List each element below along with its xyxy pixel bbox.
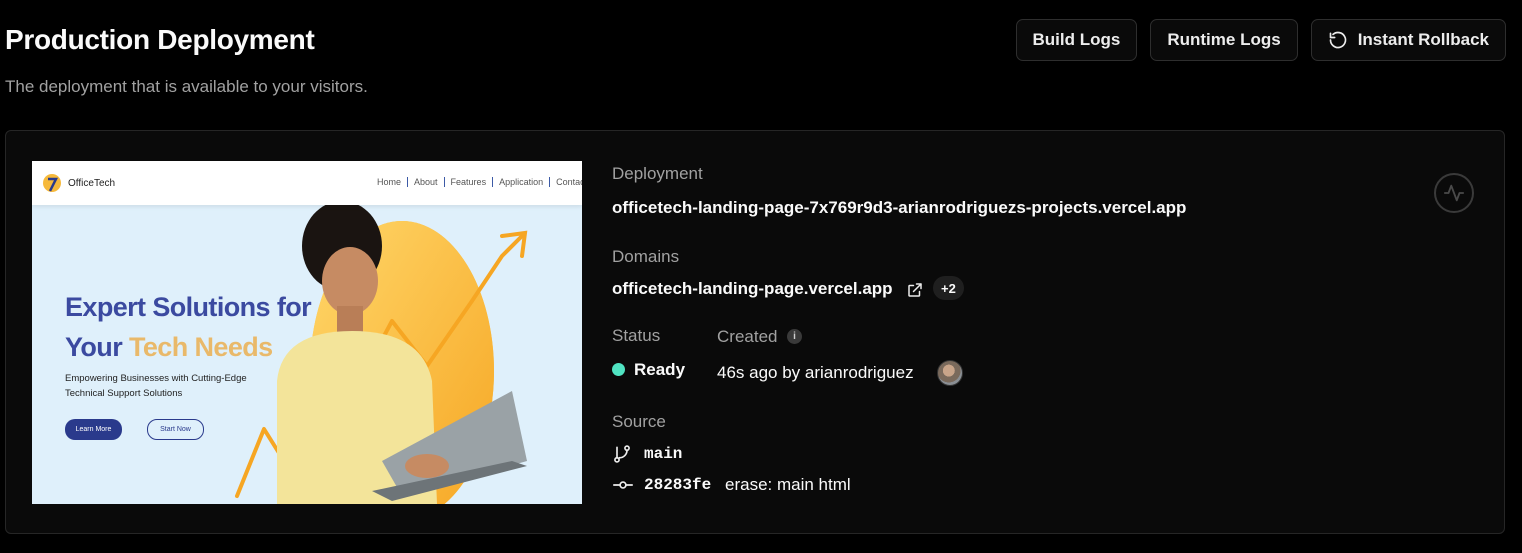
preview-headline: Expert Solutions for Your Tech Needs xyxy=(65,287,312,367)
build-logs-label: Build Logs xyxy=(1032,30,1121,49)
officetech-logo-icon xyxy=(43,174,61,192)
activity-button[interactable] xyxy=(1434,173,1474,213)
preview-headline-line1: Expert Solutions for xyxy=(65,292,312,322)
info-icon[interactable]: i xyxy=(787,329,802,344)
page-title: Production Deployment xyxy=(5,24,315,55)
preview-nav-home: Home xyxy=(377,177,402,187)
git-branch-icon xyxy=(614,445,630,463)
preview-paragraph: Empowering Businesses with Cutting-Edge … xyxy=(65,373,247,399)
deployment-url-link[interactable]: officetech-landing-page-7x769r9d3-arianr… xyxy=(612,198,1186,218)
status-label: Status xyxy=(612,326,661,345)
preview-start-now-button: Start Now xyxy=(147,419,204,440)
preview-headline-line2: Your Tech Needs xyxy=(65,327,311,367)
deployment-label: Deployment xyxy=(612,164,703,183)
preview-nav-about: About xyxy=(407,177,444,187)
status-value: Ready xyxy=(634,360,686,379)
commit-message[interactable]: erase: main html xyxy=(725,475,851,495)
avatar[interactable] xyxy=(937,360,963,386)
preview-nav-features: Features xyxy=(443,177,493,187)
commit-sha-link[interactable]: 28283fe xyxy=(644,476,711,494)
page-subtitle: The deployment that is available to your… xyxy=(5,77,368,96)
activity-icon xyxy=(1443,184,1465,202)
preview-learn-more-button: Learn More xyxy=(65,419,122,440)
source-branch-link[interactable]: main xyxy=(644,445,682,463)
deployment-card: OfficeTech Home About Features Applicati… xyxy=(5,130,1505,534)
instant-rollback-label: Instant Rollback xyxy=(1357,30,1489,49)
preview-headline-accent: Tech Needs xyxy=(129,332,273,362)
preview-nav-links: Home About Features Application Contact xyxy=(377,177,582,187)
runtime-logs-label: Runtime Logs xyxy=(1167,30,1281,49)
header-actions: Build Logs Runtime Logs Instant Rollback xyxy=(1015,19,1506,61)
preview-headline-your: Your xyxy=(65,332,129,362)
preview-navbar: OfficeTech Home About Features Applicati… xyxy=(32,161,582,205)
preview-brand: OfficeTech xyxy=(68,178,116,189)
extra-domains-badge[interactable]: +2 xyxy=(933,276,964,300)
domain-link[interactable]: officetech-landing-page.vercel.app xyxy=(612,279,893,299)
rollback-icon xyxy=(1328,30,1348,50)
instant-rollback-button[interactable]: Instant Rollback xyxy=(1310,19,1506,61)
git-commit-icon xyxy=(613,481,633,489)
status-dot xyxy=(612,363,625,376)
source-label: Source xyxy=(612,412,666,431)
preview-nav-contact: Contact xyxy=(549,177,582,187)
runtime-logs-button[interactable]: Runtime Logs xyxy=(1150,19,1298,61)
build-logs-button[interactable]: Build Logs xyxy=(1015,19,1138,61)
created-value: 46s ago by arianrodriguez xyxy=(717,363,914,382)
external-link-icon[interactable] xyxy=(906,281,924,299)
preview-nav-application: Application xyxy=(492,177,549,187)
domains-label: Domains xyxy=(612,247,680,266)
deployment-preview-thumbnail[interactable]: OfficeTech Home About Features Applicati… xyxy=(32,161,582,504)
created-label: Created xyxy=(717,327,778,346)
